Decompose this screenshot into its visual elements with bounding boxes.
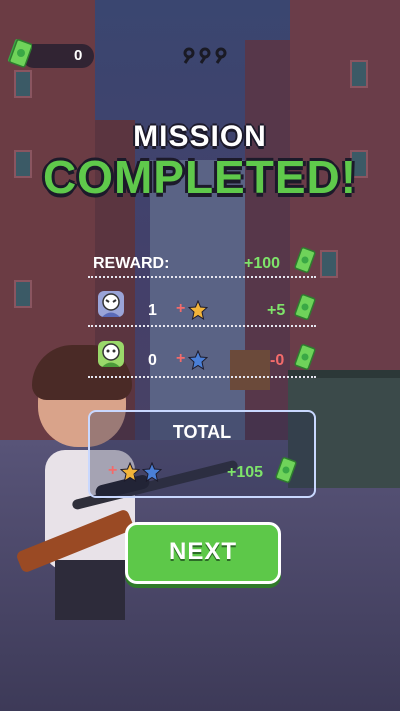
gold-star-icon: [120, 462, 140, 482]
keys-icon: [183, 47, 227, 64]
cash-value: 0: [74, 47, 83, 64]
enemy-face-icon: [98, 291, 124, 317]
crate: [230, 350, 270, 390]
enemy-bonus-amount: +5: [267, 302, 286, 319]
enemy-kill-count: 1: [148, 302, 157, 319]
cash-icon: [294, 247, 316, 273]
cash-icon: [275, 457, 297, 483]
hostage-face-icon: [98, 341, 124, 367]
blue-star-icon: [188, 350, 208, 370]
cash-icon: [8, 39, 32, 68]
hostage-penalty-amount: -0: [270, 352, 285, 369]
total-panel: TOTAL + +105: [88, 410, 316, 498]
blue-star-icon: [142, 462, 162, 482]
completed-title: COMPLETED!: [42, 151, 358, 203]
mission-title: MISSION: [133, 120, 267, 153]
cash-icon: [294, 294, 316, 320]
total-amount: +105: [227, 464, 264, 481]
gold-star-icon: [188, 300, 208, 320]
hostage-count: 0: [148, 352, 157, 369]
row-divider: [88, 376, 316, 378]
reward-amount: +100: [244, 255, 281, 272]
plus-sign: +: [176, 350, 186, 367]
plus-sign: +: [176, 300, 186, 317]
next-button-label: NEXT: [168, 538, 237, 565]
row-divider: [88, 276, 316, 278]
cash-icon: [294, 344, 316, 370]
next-button[interactable]: NEXT: [125, 522, 281, 584]
row-divider: [88, 325, 316, 327]
cash-counter: [22, 44, 94, 68]
total-label: TOTAL: [172, 422, 232, 442]
plus-sign: +: [108, 462, 118, 479]
reward-label: REWARD:: [93, 255, 170, 272]
